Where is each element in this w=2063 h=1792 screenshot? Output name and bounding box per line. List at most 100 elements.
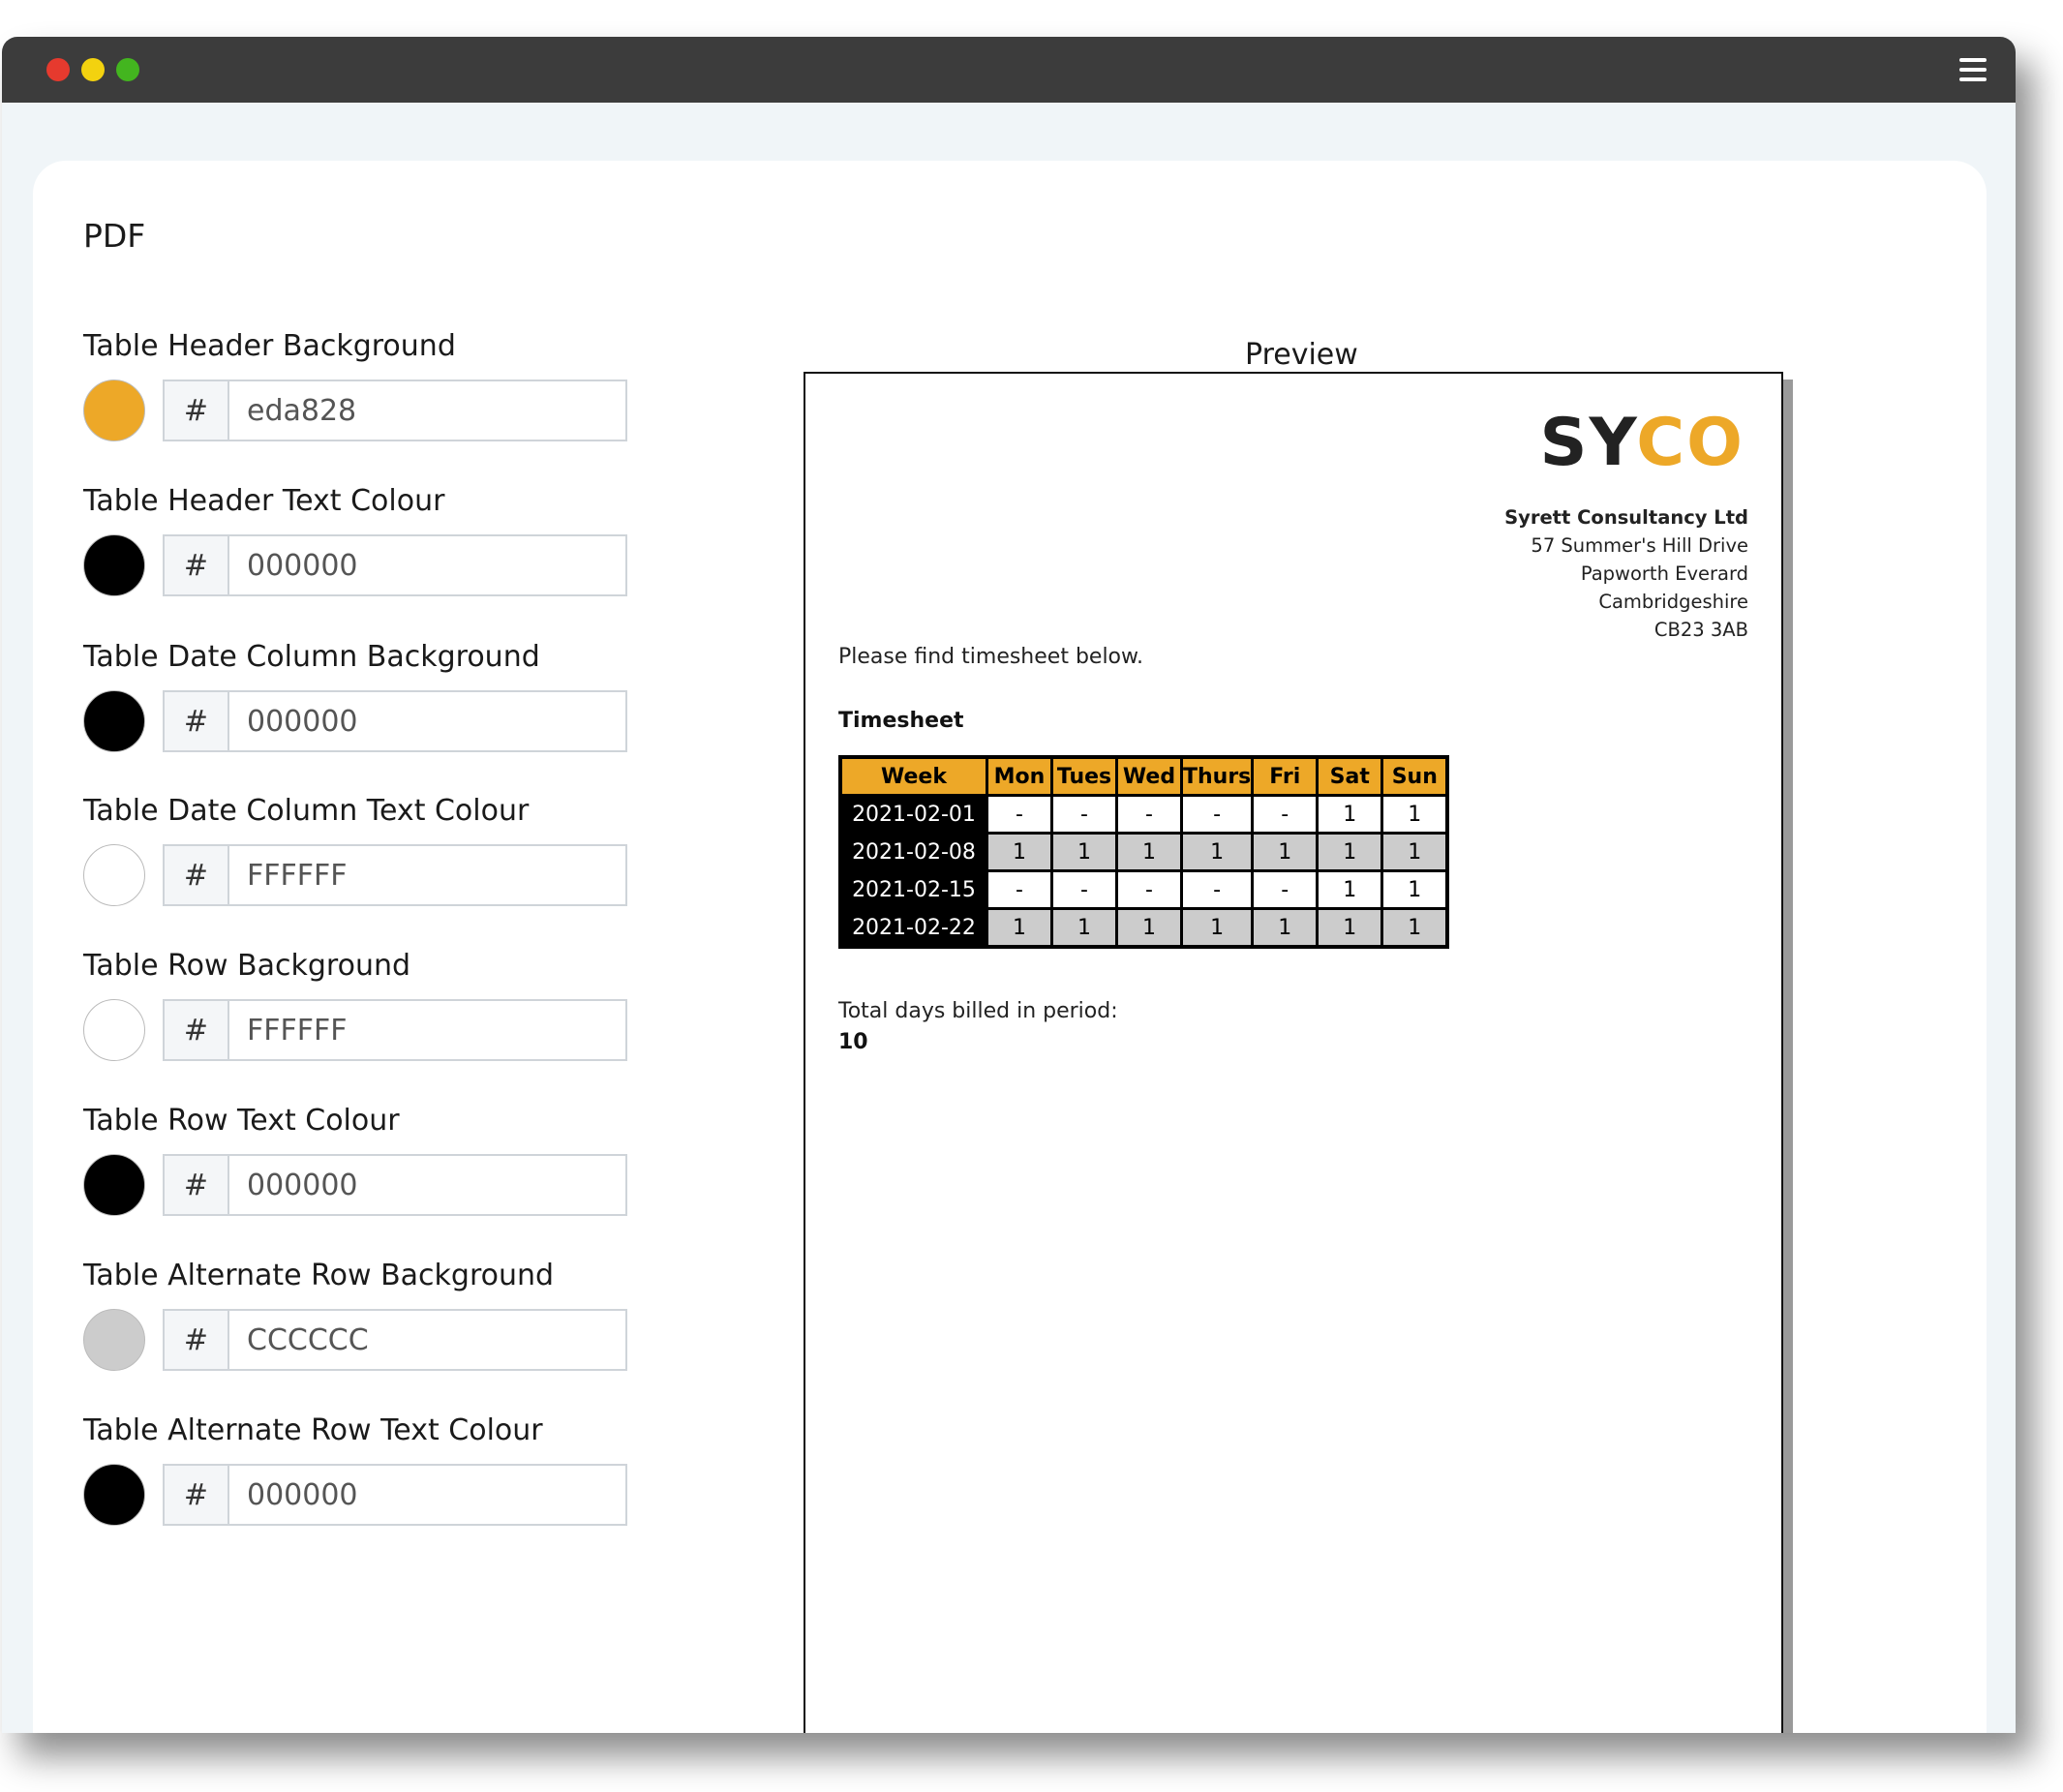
close-window-button[interactable]: [46, 58, 70, 81]
day-cell: 1: [986, 907, 1053, 949]
hash-prefix: #: [165, 692, 229, 750]
column-header: Wed: [1115, 755, 1183, 797]
hex-input-group: #: [163, 1154, 627, 1216]
timesheet-title: Timesheet: [838, 709, 964, 733]
day-cell: -: [1115, 794, 1183, 835]
logo-part-gold: CO: [1636, 405, 1744, 481]
day-cell: 1: [1380, 832, 1449, 872]
hex-color-input[interactable]: [229, 1156, 625, 1214]
hex-color-input[interactable]: [229, 1001, 625, 1059]
setting-table-row-background: Table Row Background #: [83, 945, 664, 1063]
week-cell: 2021-02-01: [838, 794, 988, 835]
hex-input-group: #: [163, 1309, 627, 1371]
setting-table-date-column-background: Table Date Column Background #: [83, 636, 664, 754]
day-cell: 1: [1179, 907, 1255, 949]
total-days-value: 10: [838, 1030, 868, 1054]
column-header: Tues: [1050, 755, 1118, 797]
logo-part-dark: SY: [1539, 405, 1637, 481]
hex-color-input[interactable]: [229, 1466, 625, 1524]
day-cell: 1: [1380, 907, 1449, 949]
column-header: Week: [838, 755, 988, 797]
day-cell: -: [1251, 869, 1320, 910]
hamburger-menu-icon[interactable]: [1959, 58, 1987, 81]
app-window: PDF Table Header Background # Table Head…: [2, 37, 2016, 1733]
hex-color-input[interactable]: [229, 1311, 625, 1369]
day-cell: -: [1179, 869, 1255, 910]
intro-text: Please find timesheet below.: [838, 645, 1143, 669]
day-cell: -: [986, 869, 1053, 910]
column-header: Sun: [1380, 755, 1449, 797]
day-cell: 1: [1380, 794, 1449, 835]
hex-color-input[interactable]: [229, 381, 625, 440]
hex-input-group: #: [163, 380, 627, 441]
hex-input-group: #: [163, 690, 627, 752]
day-cell: 1: [1316, 832, 1384, 872]
setting-table-row-text-colour: Table Row Text Colour #: [83, 1100, 664, 1218]
day-cell: 1: [1179, 832, 1255, 872]
setting-label: Table Date Column Background: [83, 640, 540, 674]
maximize-window-button[interactable]: [116, 58, 139, 81]
color-swatch[interactable]: [83, 844, 145, 906]
hash-prefix: #: [165, 1311, 229, 1369]
total-days-label: Total days billed in period:: [838, 999, 1118, 1023]
week-cell: 2021-02-22: [838, 907, 988, 949]
table-row: 2021-02-22 1 1 1 1 1 1 1: [838, 907, 1449, 949]
hash-prefix: #: [165, 846, 229, 904]
color-swatch[interactable]: [83, 534, 145, 596]
setting-label: Table Alternate Row Text Colour: [83, 1413, 543, 1447]
color-swatch[interactable]: [83, 999, 145, 1061]
day-cell: -: [1251, 794, 1320, 835]
table-row: 2021-02-15 - - - - - 1 1: [838, 869, 1449, 910]
day-cell: 1: [1115, 907, 1183, 949]
week-cell: 2021-02-15: [838, 869, 988, 910]
address-postcode: CB23 3AB: [1653, 619, 1748, 641]
column-header: Sat: [1316, 755, 1384, 797]
preview-label: Preview: [1245, 338, 1358, 372]
day-cell: 1: [1115, 832, 1183, 872]
color-swatch[interactable]: [83, 380, 145, 441]
setting-label: Table Alternate Row Background: [83, 1259, 555, 1292]
day-cell: 1: [1316, 794, 1384, 835]
table-row: 2021-02-01 - - - - - 1 1: [838, 794, 1449, 835]
color-swatch[interactable]: [83, 1309, 145, 1371]
column-header: Mon: [986, 755, 1053, 797]
company-logo: SYCO: [1539, 405, 1744, 482]
day-cell: -: [1115, 869, 1183, 910]
setting-table-alternate-row-text-colour: Table Alternate Row Text Colour #: [83, 1410, 664, 1528]
address-line-3: Cambridgeshire: [1598, 591, 1748, 613]
address-line-2: Papworth Everard: [1580, 562, 1748, 585]
day-cell: 1: [1050, 832, 1118, 872]
address-line-1: 57 Summer's Hill Drive: [1531, 534, 1748, 557]
day-cell: 1: [1251, 832, 1320, 872]
day-cell: 1: [1251, 907, 1320, 949]
setting-label: Table Header Background: [83, 329, 456, 363]
hex-input-group: #: [163, 844, 627, 906]
hash-prefix: #: [165, 381, 229, 440]
setting-table-date-column-text-colour: Table Date Column Text Colour #: [83, 790, 664, 908]
hex-input-group: #: [163, 999, 627, 1061]
pdf-settings-card: PDF Table Header Background # Table Head…: [33, 161, 1987, 1733]
color-swatch[interactable]: [83, 690, 145, 752]
hex-color-input[interactable]: [229, 846, 625, 904]
company-address: Syrett Consultancy Ltd 57 Summer's Hill …: [1504, 503, 1748, 644]
hex-color-input[interactable]: [229, 536, 625, 594]
setting-label: Table Row Background: [83, 949, 411, 983]
setting-label: Table Row Text Colour: [83, 1104, 400, 1138]
day-cell: -: [1050, 794, 1118, 835]
week-cell: 2021-02-08: [838, 832, 988, 872]
pdf-preview-page: SYCO Syrett Consultancy Ltd 57 Summer's …: [804, 372, 1783, 1733]
column-header: Thurs: [1179, 755, 1255, 797]
hex-input-group: #: [163, 534, 627, 596]
setting-table-header-text-colour: Table Header Text Colour #: [83, 480, 664, 598]
color-swatch[interactable]: [83, 1154, 145, 1216]
day-cell: -: [1050, 869, 1118, 910]
color-swatch[interactable]: [83, 1464, 145, 1526]
timesheet-table: Week Mon Tues Wed Thurs Fri Sat Sun 2021…: [838, 755, 1450, 949]
minimize-window-button[interactable]: [81, 58, 105, 81]
setting-table-header-background: Table Header Background #: [83, 325, 664, 443]
company-name: Syrett Consultancy Ltd: [1504, 506, 1748, 529]
hex-color-input[interactable]: [229, 692, 625, 750]
day-cell: 1: [1316, 869, 1384, 910]
setting-label: Table Date Column Text Colour: [83, 794, 530, 828]
setting-table-alternate-row-background: Table Alternate Row Background #: [83, 1255, 664, 1373]
